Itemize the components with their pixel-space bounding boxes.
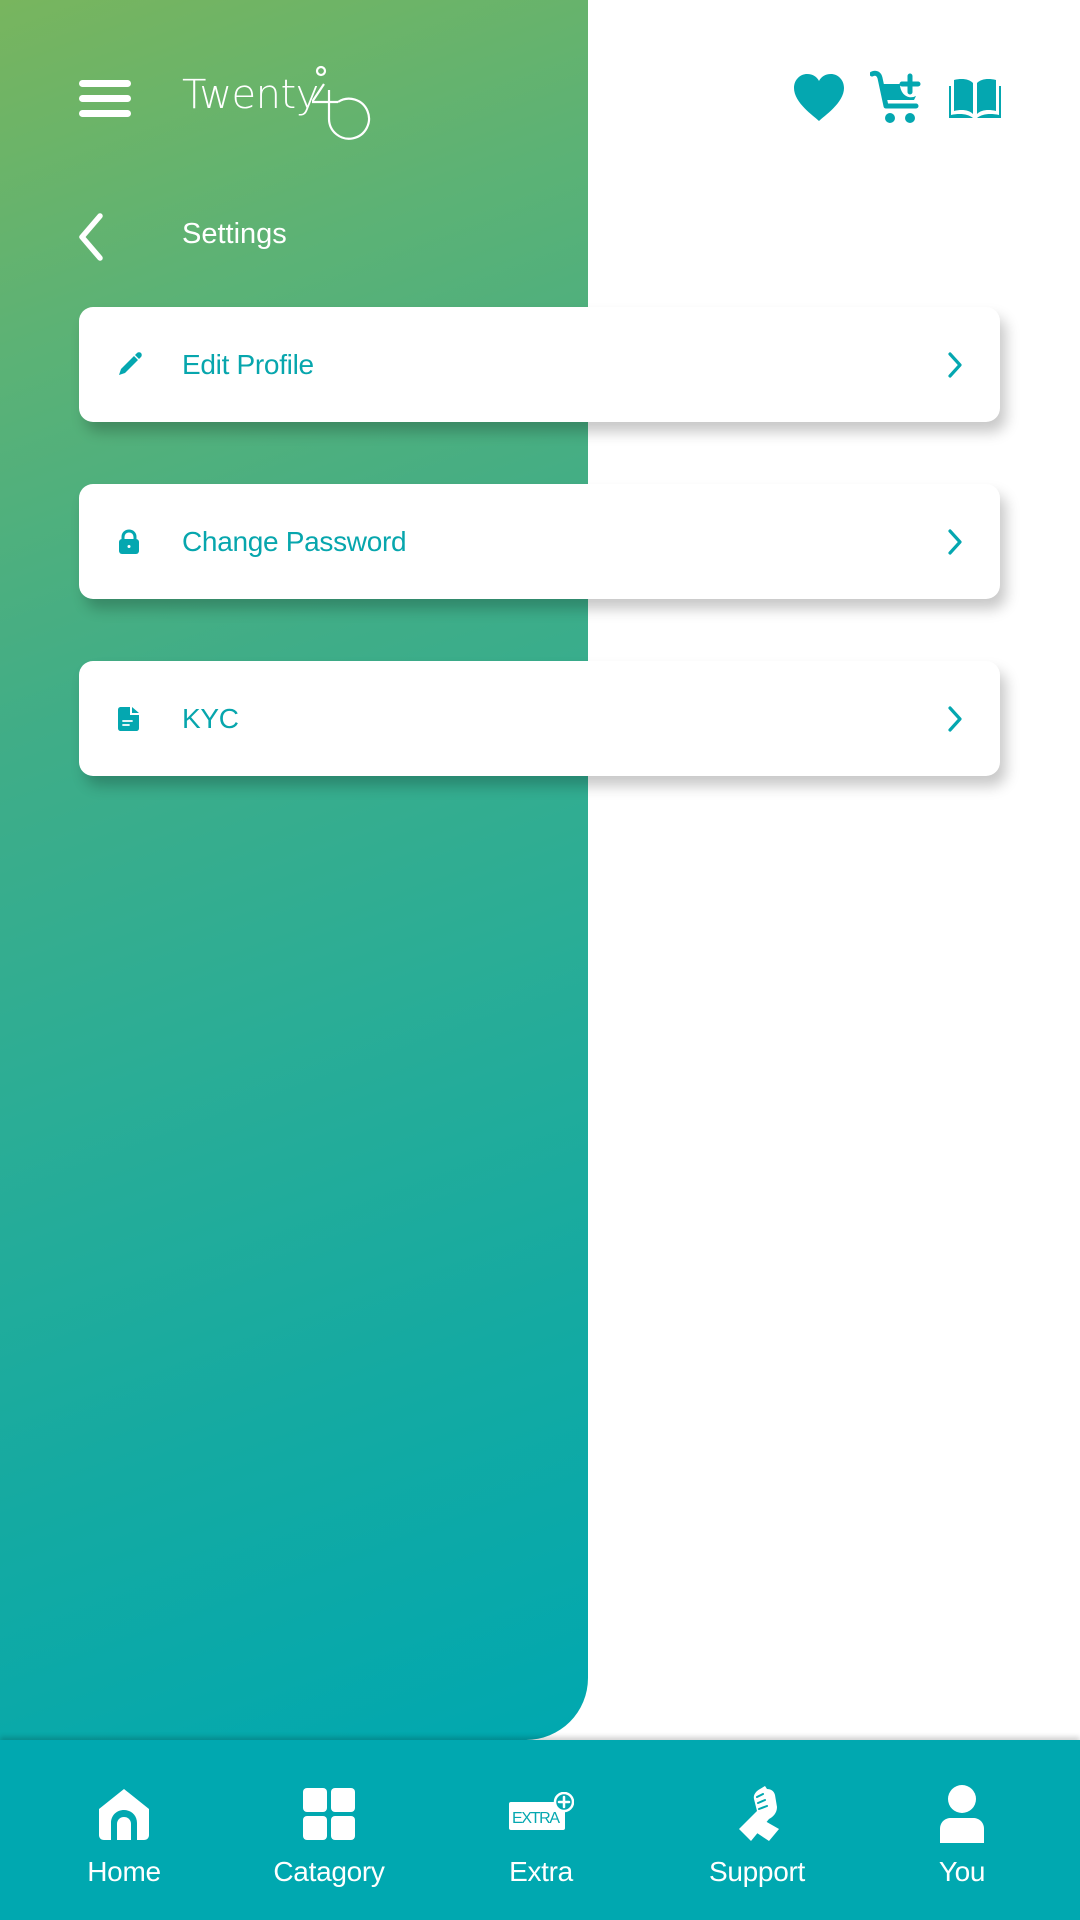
menu-button[interactable] [79,80,131,118]
chevron-right-icon [948,528,962,555]
catalog-button[interactable] [948,70,1002,126]
app-logo: Twenty [180,64,390,154]
document-icon [115,705,143,733]
settings-item-label: Change Password [182,525,407,557]
extra-badge-text: EXTRA [512,1810,560,1827]
nav-item-you[interactable]: You [912,1740,1012,1920]
bottom-navigation: Home Catagory EXTRA Extra Support You [0,1740,1080,1920]
open-book-icon [949,79,1001,118]
favorites-button[interactable] [792,70,846,126]
nav-label: Home [87,1856,161,1887]
settings-item-change-password[interactable]: Change Password [79,484,1000,599]
nav-label: Extra [509,1856,573,1887]
home-icon [97,1784,151,1844]
chevron-right-icon [948,705,962,732]
page-title: Settings [182,218,287,250]
nav-label: Support [709,1856,805,1887]
header-actions [792,70,1002,126]
lock-icon [115,528,143,556]
pencil-icon [115,351,143,379]
back-button[interactable] [74,212,108,262]
nav-label: Catagory [273,1856,385,1887]
nav-item-home[interactable]: Home [74,1740,174,1920]
nav-item-category[interactable]: Catagory [259,1740,399,1920]
logo-40-mark-icon [312,65,371,140]
grid-icon [302,1784,356,1844]
chevron-right-icon [948,351,962,378]
cart-plus-icon [870,70,921,123]
nav-label: You [938,1856,986,1887]
user-icon [939,1784,985,1844]
hamburger-icon-line [79,80,131,87]
add-to-cart-button[interactable] [870,70,924,126]
heart-icon [794,74,844,121]
chevron-left-icon [79,213,103,261]
settings-item-edit-profile[interactable]: Edit Profile [79,307,1000,422]
nav-item-support[interactable]: Support [697,1740,817,1920]
logo-text: Twenty [182,72,319,118]
hamburger-icon-line [79,95,131,102]
settings-item-label: KYC [182,702,239,734]
nav-item-extra[interactable]: EXTRA Extra [491,1740,591,1920]
settings-item-label: Edit Profile [182,348,314,380]
hamburger-icon-line [79,110,131,117]
settings-item-kyc[interactable]: KYC [79,661,1000,776]
extra-badge-icon: EXTRA [508,1784,574,1844]
handshake-icon [727,1784,787,1844]
